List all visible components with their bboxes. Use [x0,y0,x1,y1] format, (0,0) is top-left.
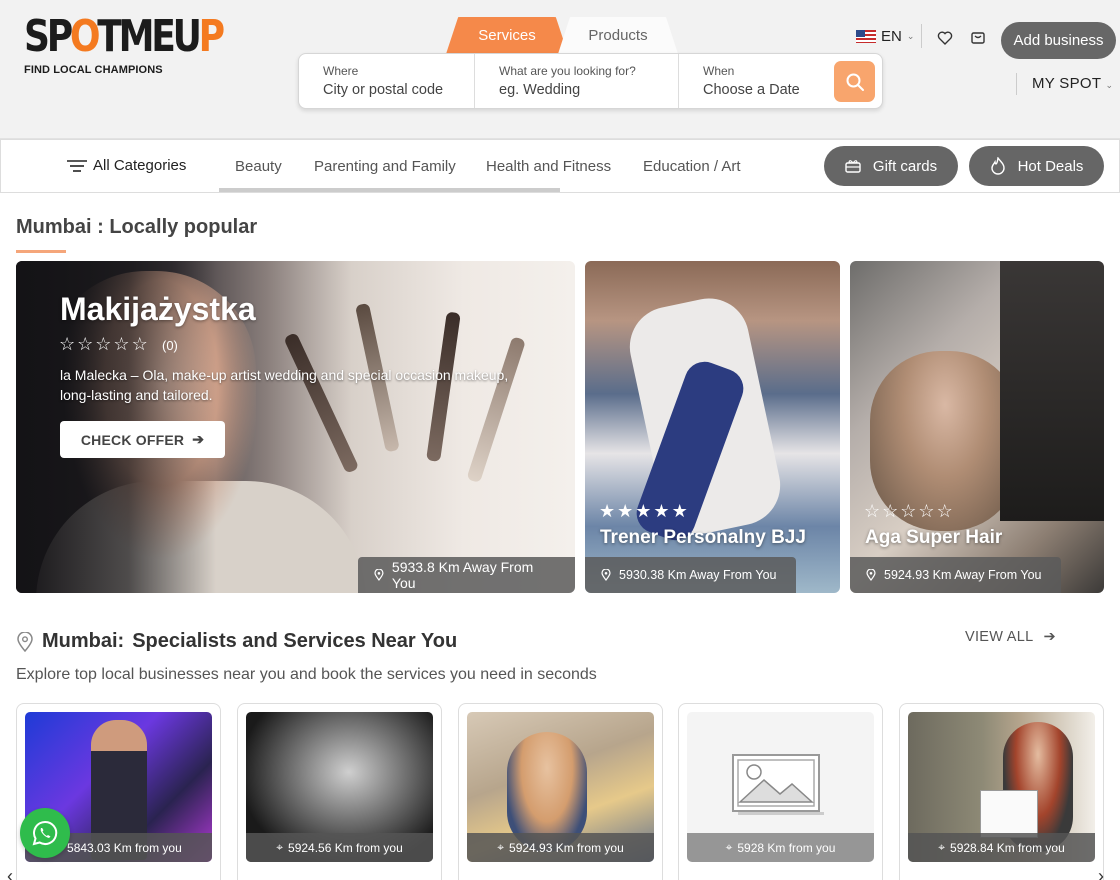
arrow-right-icon: ➔ [192,431,205,447]
tab-products[interactable]: Products [558,17,678,54]
us-flag-icon [856,29,876,43]
all-categories-button[interactable]: All Categories [67,157,186,174]
star-filled-icon: ★ [653,501,670,521]
hot-deals-button[interactable]: Hot Deals [969,146,1104,186]
gift-cards-button[interactable]: Gift cards [824,146,958,186]
category-health-fitness[interactable]: Health and Fitness [486,158,611,175]
gift-icon [845,160,861,173]
specialist-card[interactable]: ⌖ 5928.84 Km from you [899,703,1104,880]
chevron-down-icon: ⌄ [1105,80,1114,90]
distance-badge: ⌖ 5924.56 Km from you [246,833,433,862]
site-header: SPOTMEUP FIND LOCAL CHAMPIONS Services P… [0,0,1120,139]
tab-services[interactable]: Services [446,17,568,54]
my-spot-menu[interactable]: MY SPOT ⌄ [1032,75,1113,92]
featured-title: Makijażystka [60,291,256,327]
star-filled-icon: ★ [599,501,616,521]
search-icon [846,73,864,91]
rating-count: (0) [162,338,178,353]
image-placeholder-icon [732,754,824,815]
logo-tagline: FIND LOCAL CHAMPIONS [24,64,163,76]
check-offer-button[interactable]: CHECK OFFER ➔ [60,421,225,458]
specialist-image: ⌖ 5928.84 Km from you [908,712,1095,862]
distance-badge: 5930.38 Km Away From You [585,557,796,593]
location-pin-icon [866,569,876,581]
star-empty-icon: ☆ [77,334,94,354]
location-pin-icon [601,569,611,581]
star-filled-icon: ★ [617,501,634,521]
divider [1016,73,1017,95]
distance-badge: ⌖ 5924.93 Km from you [467,833,654,862]
star-empty-icon: ☆ [882,501,899,521]
section-title-popular: Mumbai : Locally popular [16,216,258,238]
rating-stars: ☆ ☆ ☆ ☆ ☆ [864,501,953,522]
location-pin-icon: ⌖ [725,840,733,854]
distance-badge: 5933.8 Km Away From You [358,557,575,593]
star-empty-icon: ☆ [95,334,112,354]
star-empty-icon: ☆ [936,501,953,521]
carousel-next-arrow[interactable]: › [1098,866,1104,880]
star-filled-icon: ★ [671,501,688,521]
what-field[interactable]: What are you looking for? eg. Wedding [475,54,679,108]
star-empty-icon: ☆ [59,334,76,354]
location-pin-icon: ⌖ [938,840,946,854]
category-bar: All Categories Beauty Parenting and Fami… [0,139,1120,193]
arrow-right-icon: ➔ [1043,629,1056,645]
specialist-card[interactable]: ⌖ 5924.93 Km from you [458,703,663,880]
add-business-button[interactable]: Add business [1001,22,1116,59]
location-pin-icon [17,631,33,652]
specialist-image: ⌖ 5924.93 Km from you [467,712,654,862]
star-filled-icon: ★ [635,501,652,521]
category-parenting-family[interactable]: Parenting and Family [314,158,456,175]
chevron-down-icon: ⌄ [906,30,915,41]
whatsapp-chat-button[interactable] [20,808,70,858]
cart-icon[interactable] [970,30,986,46]
logo[interactable]: SPOTMEUP FIND LOCAL CHAMPIONS [24,14,225,77]
specialist-card[interactable]: ⌖ 5924.56 Km from you [237,703,442,880]
specialist-card[interactable]: ⌖ 5928 Km from you [678,703,883,880]
flame-icon [990,157,1005,175]
menu-icon [67,159,87,172]
divider [921,24,922,48]
star-empty-icon: ☆ [864,501,881,521]
distance-badge: ⌖ 5928 Km from you [687,833,874,862]
featured-description: la Malecka – Ola, make-up artist wedding… [60,367,509,403]
specialist-image: ⌖ 5924.56 Km from you [246,712,433,862]
rating-stars: ★ ★ ★ ★ ★ [599,501,688,522]
distance-badge: 5924.93 Km Away From You [850,557,1061,593]
heart-icon[interactable] [937,30,953,46]
search-box: Where City or postal code What are you l… [298,53,883,109]
location-pin-icon: ⌖ [497,840,505,854]
star-empty-icon: ☆ [131,334,148,354]
language-selector[interactable]: EN ⌄ [856,27,914,45]
distance-badge: ⌖ 5928.84 Km from you [908,833,1095,862]
star-empty-icon: ☆ [900,501,917,521]
where-field[interactable]: Where City or postal code [299,54,475,108]
category-scrollbar[interactable] [219,188,560,192]
category-beauty[interactable]: Beauty [235,158,282,175]
section-subtitle: Explore top local businesses near you an… [16,666,597,683]
section-title-specialists: Mumbai: Specialists and Services Near Yo… [16,630,457,653]
when-field[interactable]: When Choose a Date [679,54,819,108]
star-empty-icon: ☆ [918,501,935,521]
view-all-link[interactable]: VIEW ALL ➔ [965,629,1056,645]
specialist-image: ⌖ 5928 Km from you [687,712,874,862]
featured-card[interactable]: Makijażystka ☆ ☆ ☆ ☆ ☆ (0) la Malecka – Ola,… [16,261,575,593]
card-title: Aga Super Hair [865,527,1003,548]
title-accent-bar [16,250,66,253]
location-pin-icon: ⌖ [276,840,284,854]
popular-card[interactable]: ★ ★ ★ ★ ★ Trener Personalny BJJ 5930.38 Km A… [585,261,840,593]
popular-card[interactable]: ☆ ☆ ☆ ☆ ☆ Aga Super Hair 5924.93 Km Away Fro… [850,261,1104,593]
carousel-prev-arrow[interactable]: ‹ [7,866,13,880]
star-empty-icon: ☆ [113,334,130,354]
whatsapp-icon [32,820,58,846]
rating-stars: ☆ ☆ ☆ ☆ ☆ [59,334,148,355]
category-education-art[interactable]: Education / Art [643,158,741,175]
location-pin-icon [374,569,384,581]
card-title: Trener Personalny BJJ [600,527,806,548]
search-button[interactable] [834,61,875,102]
